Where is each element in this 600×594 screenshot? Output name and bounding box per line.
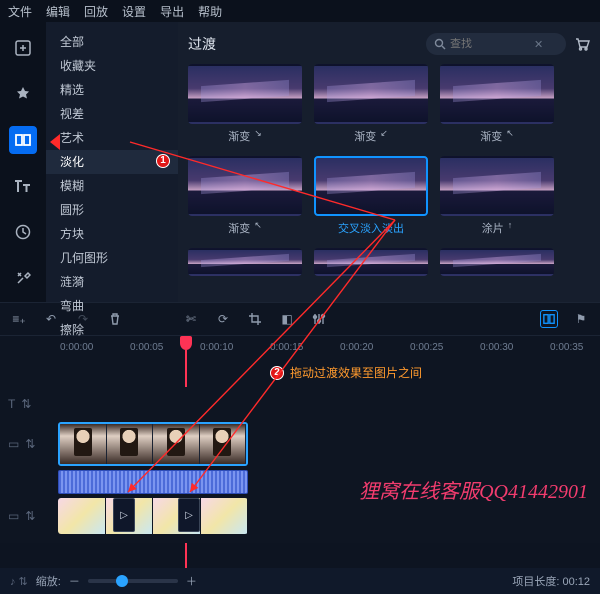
category-item[interactable]: 精选 [46, 78, 178, 102]
titles-icon[interactable] [9, 172, 37, 200]
thumb-label: 涂片 [482, 220, 504, 236]
transition-thumb[interactable]: 涂片↑ [440, 156, 554, 236]
marker-button[interactable]: ⚑ [572, 310, 590, 328]
video-track[interactable]: ▭⇅ [8, 421, 592, 467]
zoom-in-button[interactable]: ＋ [186, 573, 197, 589]
timeline-ruler[interactable]: 0:00:00 0:00:05 0:00:10 0:00:15 0:00:20 … [0, 336, 600, 360]
thumb-label: 渐变 [480, 128, 502, 144]
transition-thumb[interactable]: 渐变↘ [188, 64, 302, 144]
menu-settings[interactable]: 设置 [122, 3, 146, 20]
crop-button[interactable] [246, 310, 264, 328]
category-item[interactable]: 涟漪 [46, 270, 178, 294]
annotation-hint: 2 拖动过渡效果至图片之间 [0, 360, 600, 387]
duration-value: 00:12 [562, 576, 590, 588]
ruler-tick: 0:00:10 [200, 342, 233, 353]
ruler-tick: 0:00:15 [270, 342, 303, 353]
text-track-icon: T [8, 397, 15, 411]
category-item[interactable]: 方块 [46, 222, 178, 246]
transitions-icon[interactable] [9, 126, 37, 154]
category-item-selected[interactable]: 淡化 1 [46, 150, 178, 174]
panel-title: 过渡 [188, 34, 216, 54]
thumb-label: 渐变 [228, 128, 250, 144]
ruler-tick: 0:00:35 [550, 342, 583, 353]
transition-props-button[interactable] [540, 310, 558, 328]
link-icon: ⇅ [21, 397, 31, 411]
ruler-tick: 0:00:00 [60, 342, 93, 353]
thumb-label: 渐变 [228, 220, 250, 236]
category-item[interactable]: 艺术 [46, 126, 178, 150]
video-track[interactable]: T⇅ [8, 389, 592, 419]
category-item[interactable]: 几何图形 [46, 246, 178, 270]
search-box[interactable]: ✕ [426, 33, 566, 55]
category-item[interactable]: 全部 [46, 30, 178, 54]
transition-thumb[interactable]: 渐变↙ [314, 64, 428, 144]
pin-icon[interactable] [9, 80, 37, 108]
transition-thumb[interactable] [440, 248, 554, 276]
zoom-out-button[interactable]: － [69, 573, 80, 589]
clear-icon[interactable]: ✕ [534, 38, 543, 51]
menu-playback[interactable]: 回放 [84, 3, 108, 20]
rotate-button[interactable]: ⟳ [214, 310, 232, 328]
transition-marker[interactable]: ▷ [178, 498, 200, 532]
category-item[interactable]: 弯曲 [46, 294, 178, 318]
ruler-tick: 0:00:05 [130, 342, 163, 353]
thumb-label: 交叉淡入淡出 [338, 220, 404, 236]
add-media-icon[interactable] [9, 34, 37, 62]
category-list: 全部 收藏夹 精选 视差 艺术 淡化 1 模糊 圆形 方块 几何图形 涟漪 弯曲… [46, 22, 178, 302]
menu-file[interactable]: 文件 [8, 3, 32, 20]
split-button[interactable]: ✄ [182, 310, 200, 328]
transition-thumb[interactable]: 渐变↖ [440, 64, 554, 144]
transition-thumb-selected[interactable]: 交叉淡入淡出 [314, 156, 428, 236]
ruler-tick: 0:00:20 [340, 342, 373, 353]
category-item[interactable]: 视差 [46, 102, 178, 126]
timeline-tracks: T⇅ ▭⇅ ▭⇅ ▷ ▷ [0, 387, 600, 543]
tools-icon[interactable] [9, 264, 37, 292]
video-clip[interactable] [58, 422, 248, 466]
category-item[interactable]: 收藏夹 [46, 54, 178, 78]
menu-export[interactable]: 导出 [160, 3, 184, 20]
link-icon[interactable]: ⇅ [25, 437, 35, 451]
audio-clip[interactable] [58, 470, 248, 494]
annotation-text: 拖动过渡效果至图片之间 [290, 364, 422, 381]
transition-thumb[interactable] [188, 248, 302, 276]
category-label: 淡化 [60, 155, 84, 169]
mute-audio-icon[interactable]: ♪ ⇅ [10, 575, 28, 588]
annotation-badge-1: 1 [156, 154, 170, 168]
link-icon[interactable]: ⇅ [25, 509, 35, 523]
status-bar: ♪ ⇅ 缩放: － ＋ 项目长度: 00:12 [0, 568, 600, 594]
zoom-slider[interactable] [88, 579, 178, 583]
track-settings-icon[interactable]: ≡₊ [10, 310, 28, 328]
hide-icon[interactable]: ▭ [8, 509, 19, 523]
ruler-tick: 0:00:30 [480, 342, 513, 353]
hide-icon[interactable]: ▭ [8, 437, 19, 451]
annotation-badge-2: 2 [270, 366, 284, 380]
menu-bar: 文件 编辑 回放 设置 导出 帮助 [0, 0, 600, 22]
transition-thumb[interactable]: 渐变↖ [188, 156, 302, 236]
search-input[interactable] [450, 38, 530, 50]
duration-label: 项目长度: [512, 576, 559, 588]
menu-edit[interactable]: 编辑 [46, 3, 70, 20]
search-icon [434, 38, 446, 50]
upper-pane: 全部 收藏夹 精选 视差 艺术 淡化 1 模糊 圆形 方块 几何图形 涟漪 弯曲… [0, 22, 600, 302]
transition-gallery: 过渡 ✕ 渐变↘ 渐变↙ 渐变↖ 渐变↖ 交叉淡入淡出 涂片↑ [178, 22, 600, 302]
transition-marker[interactable]: ▷ [113, 498, 135, 532]
clock-icon[interactable] [9, 218, 37, 246]
category-item[interactable]: 圆形 [46, 198, 178, 222]
transition-thumb[interactable] [314, 248, 428, 276]
menu-help[interactable]: 帮助 [198, 3, 222, 20]
zoom-label: 缩放: [36, 573, 61, 589]
levels-button[interactable] [310, 310, 328, 328]
image-clip-strip[interactable] [58, 498, 248, 534]
ruler-tick: 0:00:25 [410, 342, 443, 353]
left-toolbar [0, 22, 46, 302]
cart-icon[interactable] [574, 36, 590, 52]
color-adjust-button[interactable]: ◧ [278, 310, 296, 328]
redo-button[interactable]: ↷ [74, 310, 92, 328]
watermark-text: 狸窝在线客服QQ41442901 [359, 475, 588, 504]
category-item[interactable]: 模糊 [46, 174, 178, 198]
thumb-label: 渐变 [354, 128, 376, 144]
